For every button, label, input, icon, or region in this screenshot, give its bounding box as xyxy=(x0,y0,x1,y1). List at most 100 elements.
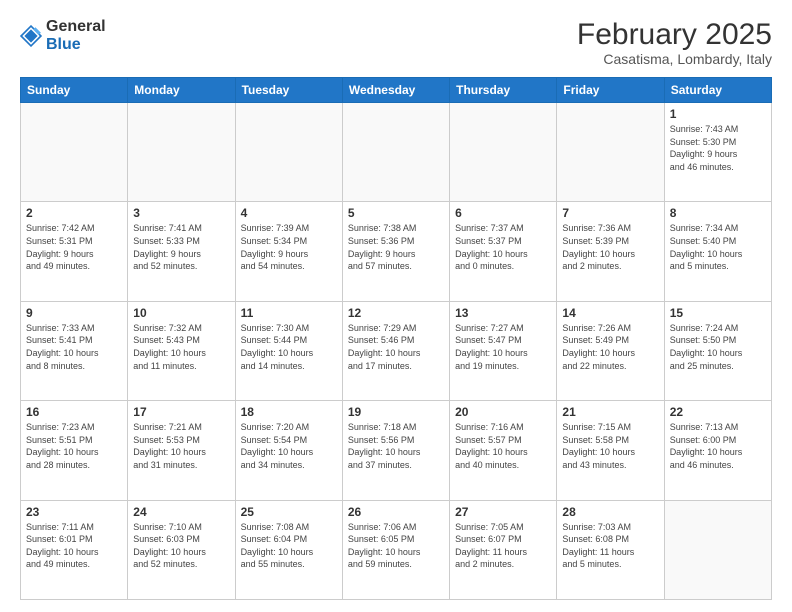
day-number: 11 xyxy=(241,306,337,320)
col-saturday: Saturday xyxy=(664,78,771,103)
day-info: Sunrise: 7:08 AM Sunset: 6:04 PM Dayligh… xyxy=(241,521,337,571)
calendar-cell: 2 Sunrise: 7:42 AM Sunset: 5:31 PM Daylig… xyxy=(21,202,128,301)
day-info: Sunrise: 7:24 AM Sunset: 5:50 PM Dayligh… xyxy=(670,322,766,372)
col-wednesday: Wednesday xyxy=(342,78,449,103)
day-number: 10 xyxy=(133,306,229,320)
calendar-cell xyxy=(342,103,449,202)
day-info: Sunrise: 7:41 AM Sunset: 5:33 PM Dayligh… xyxy=(133,222,229,272)
calendar-cell: 28 Sunrise: 7:03 AM Sunset: 6:08 PM Dayli… xyxy=(557,500,664,599)
day-number: 1 xyxy=(670,107,766,121)
day-number: 16 xyxy=(26,405,122,419)
day-number: 14 xyxy=(562,306,658,320)
day-info: Sunrise: 7:18 AM Sunset: 5:56 PM Dayligh… xyxy=(348,421,444,471)
col-monday: Monday xyxy=(128,78,235,103)
col-sunday: Sunday xyxy=(21,78,128,103)
logo: General Blue xyxy=(20,18,106,54)
calendar-cell: 17Sunrise: 7:21 AM Sunset: 5:53 PM Dayli… xyxy=(128,401,235,500)
calendar-table: Sunday Monday Tuesday Wednesday Thursday… xyxy=(20,77,772,600)
calendar-cell: 4 Sunrise: 7:39 AM Sunset: 5:34 PM Daylig… xyxy=(235,202,342,301)
day-number: 6 xyxy=(455,206,551,220)
day-number: 3 xyxy=(133,206,229,220)
calendar-cell: 7Sunrise: 7:36 AM Sunset: 5:39 PM Daylig… xyxy=(557,202,664,301)
day-number: 20 xyxy=(455,405,551,419)
day-info: Sunrise: 7:26 AM Sunset: 5:49 PM Dayligh… xyxy=(562,322,658,372)
day-info: Sunrise: 7:05 AM Sunset: 6:07 PM Dayligh… xyxy=(455,521,551,571)
header: General Blue February 2025 Casatisma, Lo… xyxy=(20,18,772,67)
calendar-cell: 6Sunrise: 7:37 AM Sunset: 5:37 PM Daylig… xyxy=(450,202,557,301)
calendar-cell: 27 Sunrise: 7:05 AM Sunset: 6:07 PM Dayli… xyxy=(450,500,557,599)
calendar-cell xyxy=(450,103,557,202)
logo-icon xyxy=(20,25,42,47)
logo-blue: Blue xyxy=(46,36,81,53)
day-number: 22 xyxy=(670,405,766,419)
day-number: 18 xyxy=(241,405,337,419)
calendar-cell: 22 Sunrise: 7:13 AM Sunset: 6:00 PM Dayli… xyxy=(664,401,771,500)
month-year: February 2025 xyxy=(577,18,772,51)
day-number: 4 xyxy=(241,206,337,220)
day-info: Sunrise: 7:43 AM Sunset: 5:30 PM Dayligh… xyxy=(670,123,766,173)
day-number: 5 xyxy=(348,206,444,220)
day-info: Sunrise: 7:42 AM Sunset: 5:31 PM Dayligh… xyxy=(26,222,122,272)
calendar-cell: 16 Sunrise: 7:23 AM Sunset: 5:51 PM Dayli… xyxy=(21,401,128,500)
calendar-cell: 23 Sunrise: 7:11 AM Sunset: 6:01 PM Dayli… xyxy=(21,500,128,599)
day-number: 12 xyxy=(348,306,444,320)
day-info: Sunrise: 7:27 AM Sunset: 5:47 PM Dayligh… xyxy=(455,322,551,372)
day-info: Sunrise: 7:03 AM Sunset: 6:08 PM Dayligh… xyxy=(562,521,658,571)
weekday-header-row: Sunday Monday Tuesday Wednesday Thursday… xyxy=(21,78,772,103)
day-number: 13 xyxy=(455,306,551,320)
day-info: Sunrise: 7:06 AM Sunset: 6:05 PM Dayligh… xyxy=(348,521,444,571)
calendar-cell: 1 Sunrise: 7:43 AM Sunset: 5:30 PM Daylig… xyxy=(664,103,771,202)
day-info: Sunrise: 7:36 AM Sunset: 5:39 PM Dayligh… xyxy=(562,222,658,272)
day-number: 24 xyxy=(133,505,229,519)
calendar-cell xyxy=(235,103,342,202)
day-info: Sunrise: 7:38 AM Sunset: 5:36 PM Dayligh… xyxy=(348,222,444,272)
day-number: 27 xyxy=(455,505,551,519)
day-info: Sunrise: 7:15 AM Sunset: 5:58 PM Dayligh… xyxy=(562,421,658,471)
calendar-cell: 18 Sunrise: 7:20 AM Sunset: 5:54 PM Dayli… xyxy=(235,401,342,500)
title-block: February 2025 Casatisma, Lombardy, Italy xyxy=(577,18,772,67)
calendar-cell xyxy=(557,103,664,202)
day-info: Sunrise: 7:34 AM Sunset: 5:40 PM Dayligh… xyxy=(670,222,766,272)
calendar-cell xyxy=(21,103,128,202)
day-info: Sunrise: 7:33 AM Sunset: 5:41 PM Dayligh… xyxy=(26,322,122,372)
day-number: 2 xyxy=(26,206,122,220)
col-tuesday: Tuesday xyxy=(235,78,342,103)
day-number: 28 xyxy=(562,505,658,519)
calendar-cell: 26 Sunrise: 7:06 AM Sunset: 6:05 PM Dayli… xyxy=(342,500,449,599)
day-number: 21 xyxy=(562,405,658,419)
logo-general: General xyxy=(46,18,106,35)
day-number: 15 xyxy=(670,306,766,320)
calendar-cell xyxy=(128,103,235,202)
calendar-week-4: 23 Sunrise: 7:11 AM Sunset: 6:01 PM Dayli… xyxy=(21,500,772,599)
calendar-cell: 15 Sunrise: 7:24 AM Sunset: 5:50 PM Dayli… xyxy=(664,301,771,400)
logo-text: General Blue xyxy=(46,18,106,54)
calendar-week-0: 1 Sunrise: 7:43 AM Sunset: 5:30 PM Daylig… xyxy=(21,103,772,202)
calendar-cell: 9 Sunrise: 7:33 AM Sunset: 5:41 PM Daylig… xyxy=(21,301,128,400)
calendar-cell: 25Sunrise: 7:08 AM Sunset: 6:04 PM Dayli… xyxy=(235,500,342,599)
day-number: 26 xyxy=(348,505,444,519)
col-thursday: Thursday xyxy=(450,78,557,103)
calendar-cell: 14 Sunrise: 7:26 AM Sunset: 5:49 PM Dayli… xyxy=(557,301,664,400)
calendar-cell: 11 Sunrise: 7:30 AM Sunset: 5:44 PM Dayli… xyxy=(235,301,342,400)
day-number: 9 xyxy=(26,306,122,320)
day-info: Sunrise: 7:29 AM Sunset: 5:46 PM Dayligh… xyxy=(348,322,444,372)
calendar-cell: 21 Sunrise: 7:15 AM Sunset: 5:58 PM Dayli… xyxy=(557,401,664,500)
calendar-cell: 10Sunrise: 7:32 AM Sunset: 5:43 PM Dayli… xyxy=(128,301,235,400)
day-info: Sunrise: 7:30 AM Sunset: 5:44 PM Dayligh… xyxy=(241,322,337,372)
day-number: 19 xyxy=(348,405,444,419)
day-info: Sunrise: 7:39 AM Sunset: 5:34 PM Dayligh… xyxy=(241,222,337,272)
calendar-cell: 19 Sunrise: 7:18 AM Sunset: 5:56 PM Dayli… xyxy=(342,401,449,500)
calendar-cell: 8Sunrise: 7:34 AM Sunset: 5:40 PM Daylig… xyxy=(664,202,771,301)
col-friday: Friday xyxy=(557,78,664,103)
calendar-week-1: 2 Sunrise: 7:42 AM Sunset: 5:31 PM Daylig… xyxy=(21,202,772,301)
calendar-cell xyxy=(664,500,771,599)
calendar-cell: 20Sunrise: 7:16 AM Sunset: 5:57 PM Dayli… xyxy=(450,401,557,500)
calendar-week-2: 9 Sunrise: 7:33 AM Sunset: 5:41 PM Daylig… xyxy=(21,301,772,400)
day-info: Sunrise: 7:20 AM Sunset: 5:54 PM Dayligh… xyxy=(241,421,337,471)
day-number: 17 xyxy=(133,405,229,419)
day-info: Sunrise: 7:11 AM Sunset: 6:01 PM Dayligh… xyxy=(26,521,122,571)
page: General Blue February 2025 Casatisma, Lo… xyxy=(0,0,792,612)
day-info: Sunrise: 7:13 AM Sunset: 6:00 PM Dayligh… xyxy=(670,421,766,471)
day-info: Sunrise: 7:23 AM Sunset: 5:51 PM Dayligh… xyxy=(26,421,122,471)
day-number: 23 xyxy=(26,505,122,519)
